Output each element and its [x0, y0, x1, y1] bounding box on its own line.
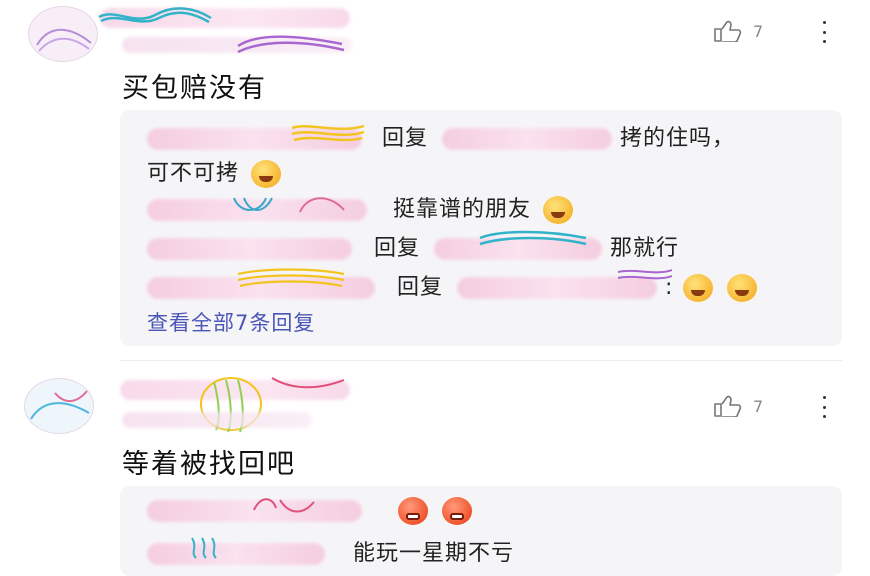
- laughing-emoji: [683, 274, 714, 302]
- redaction-scribble: [98, 7, 212, 24]
- view-all-replies-link[interactable]: 查看全部7条回复: [147, 307, 315, 337]
- more-vertical-icon[interactable]: [819, 396, 829, 418]
- reply-text: 拷的住吗，: [620, 126, 736, 151]
- reply-row[interactable]: 回复 那就行: [147, 230, 679, 262]
- comment-text: 买包赔没有: [122, 73, 267, 104]
- reply-row[interactable]: 回复 拷的住吗，: [147, 120, 735, 152]
- avatar[interactable]: [28, 6, 98, 62]
- reply-keyword: 回复: [374, 236, 421, 261]
- redaction-scribble: [233, 197, 345, 213]
- like-button[interactable]: 7: [713, 20, 763, 42]
- redaction-scribble: [191, 537, 217, 559]
- divider: [120, 360, 842, 361]
- laughing-emoji: [543, 196, 574, 224]
- grinning-emoji: [251, 160, 282, 188]
- thumbs-up-icon: [714, 395, 742, 417]
- angry-emoji: [442, 497, 472, 525]
- redaction-scribble: [253, 498, 315, 513]
- reply-row[interactable]: 挺靠谱的朋友: [147, 191, 574, 224]
- like-button[interactable]: 7: [713, 395, 763, 417]
- reply-row: 可不可拷: [147, 155, 282, 188]
- angry-emoji: [398, 497, 428, 525]
- redaction-scribble: [271, 377, 345, 389]
- laughing-emoji: [727, 274, 758, 302]
- redaction-scribble: [291, 124, 365, 142]
- reply-text: 可不可拷: [147, 161, 240, 186]
- username-redacted[interactable]: [147, 238, 352, 260]
- like-count: 7: [753, 396, 764, 416]
- reply-text: 挺靠谱的朋友: [393, 197, 532, 222]
- reply-text: 那就行: [610, 236, 680, 261]
- comment-text: 等着被找回吧: [122, 449, 296, 480]
- user-meta-redacted: [122, 412, 312, 428]
- reply-text: 能玩一星期不亏: [353, 541, 515, 566]
- like-count: 7: [753, 21, 764, 41]
- redaction-scribble: [479, 230, 587, 246]
- avatar[interactable]: [24, 378, 94, 434]
- reply-keyword: 回复: [397, 275, 444, 300]
- redaction-scribble: [617, 269, 673, 280]
- redaction-scribble: [237, 35, 345, 54]
- more-vertical-icon[interactable]: [819, 21, 829, 43]
- redaction-scribble: [237, 268, 345, 288]
- username-redacted[interactable]: [147, 543, 325, 565]
- thumbs-up-icon: [714, 20, 742, 42]
- username-redacted[interactable]: [442, 128, 613, 150]
- reply-keyword: 回复: [382, 126, 429, 151]
